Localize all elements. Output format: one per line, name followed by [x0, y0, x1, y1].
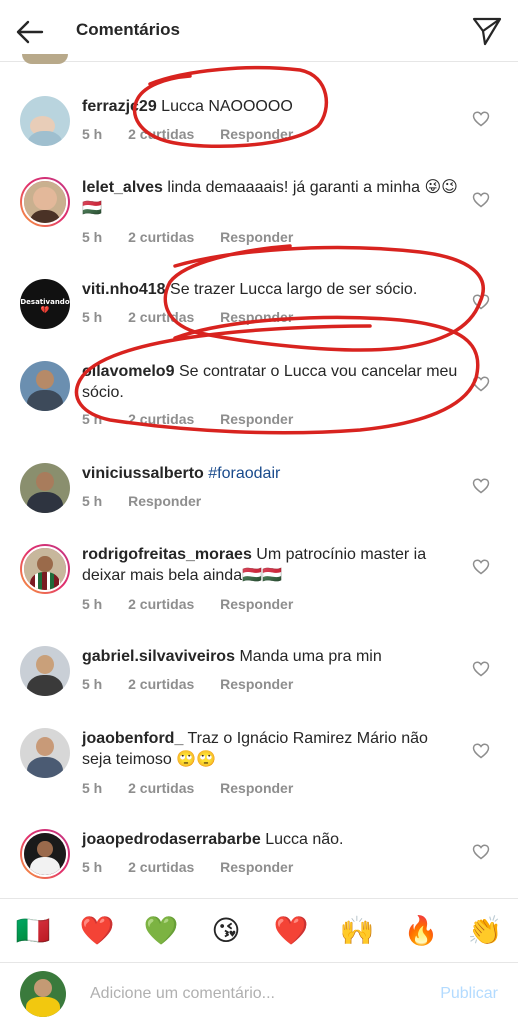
comment-likes[interactable]: 2 curtidas — [128, 229, 194, 245]
arrow-left-icon[interactable] — [12, 14, 48, 50]
comment-likes[interactable]: 2 curtidas — [128, 676, 194, 692]
comment-input[interactable] — [90, 981, 410, 1007]
paper-plane-icon[interactable] — [470, 14, 504, 48]
comment-likes[interactable]: 2 curtidas — [128, 596, 194, 612]
heart-icon[interactable] — [472, 293, 490, 311]
comment-text: ferrazjc29 Lucca NAOOOOO — [82, 96, 460, 117]
comment-text: rodrigofreitas_moraes Um patrocínio mast… — [82, 544, 460, 586]
comment-meta: 5 h Responder — [82, 493, 223, 509]
comment-text: ollavomelo9 Se contratar o Lucca vou can… — [82, 361, 460, 403]
comment-likes[interactable]: 2 curtidas — [128, 780, 194, 796]
heart-icon[interactable] — [472, 558, 490, 576]
comment-meta: 5 h 2 curtidas Responder — [82, 309, 315, 325]
comment-username[interactable]: gabriel.silvaviveiros — [82, 648, 235, 665]
emoji-green-heart-button[interactable]: 💚 — [142, 913, 180, 949]
comment-time: 5 h — [82, 859, 103, 875]
comment-username[interactable]: ferrazjc29 — [82, 98, 157, 115]
heart-icon[interactable] — [472, 660, 490, 678]
reply-button[interactable]: Responder — [220, 859, 293, 875]
comment-text: joaobenford_ Traz o Ignácio Ramirez Mári… — [82, 728, 460, 770]
comment-time: 5 h — [82, 596, 103, 612]
comment-time: 5 h — [82, 780, 103, 796]
comment-body: Lucca NAOOOOO — [161, 98, 293, 115]
avatar[interactable] — [20, 463, 70, 513]
reply-button[interactable]: Responder — [220, 676, 293, 692]
heart-icon[interactable] — [472, 477, 490, 495]
comment-likes[interactable]: 2 curtidas — [128, 309, 194, 325]
heart-icon[interactable] — [472, 843, 490, 861]
hashtag-link[interactable]: #foraodair — [208, 465, 280, 482]
comment-compose-bar: Publicar — [0, 962, 518, 1024]
publish-button[interactable]: Publicar — [440, 985, 498, 1003]
comment-time: 5 h — [82, 676, 103, 692]
reply-button[interactable]: Responder — [220, 596, 293, 612]
my-avatar — [20, 971, 66, 1017]
comment-username[interactable]: joaopedrodaserrabarbe — [82, 831, 261, 848]
comment-item: rodrigofreitas_moraes Um patrocínio mast… — [0, 544, 518, 644]
comment-username[interactable]: viniciussalberto — [82, 465, 204, 482]
reply-button[interactable]: Responder — [220, 126, 293, 142]
comment-meta: 5 h 2 curtidas Responder — [82, 676, 315, 692]
comment-time: 5 h — [82, 229, 103, 245]
header-bar: Comentários — [0, 0, 518, 62]
comment-text: lelet_alves linda demaaaais! já garanti … — [82, 177, 460, 219]
comment-username[interactable]: lelet_alves — [82, 179, 163, 196]
comment-meta: 5 h 2 curtidas Responder — [82, 229, 315, 245]
avatar[interactable] — [20, 361, 70, 411]
avatar[interactable] — [20, 829, 70, 879]
page-title: Comentários — [76, 20, 180, 39]
emoji-red-heart-button[interactable]: ❤️ — [78, 913, 116, 949]
comment-text: viti.nho418 Se trazer Lucca largo de ser… — [82, 279, 460, 300]
heart-icon[interactable] — [472, 191, 490, 209]
comment-item: joaobenford_ Traz o Ignácio Ramirez Mári… — [0, 728, 518, 828]
comment-username[interactable]: joaobenford_ — [82, 730, 183, 747]
comment-username[interactable]: ollavomelo9 — [82, 363, 174, 380]
comment-item: ollavomelo9 Se contratar o Lucca vou can… — [0, 361, 518, 461]
reply-button[interactable]: Responder — [220, 309, 293, 325]
avatar-text: Desativando💔 — [20, 298, 70, 314]
comment-likes[interactable]: 2 curtidas — [128, 859, 194, 875]
comment-meta: 5 h 2 curtidas Responder — [82, 780, 315, 796]
heart-icon[interactable] — [472, 742, 490, 760]
reply-button[interactable]: Responder — [220, 780, 293, 796]
emoji-fire-button[interactable]: 🔥 — [402, 913, 440, 949]
comment-body: Manda uma pra min — [239, 648, 382, 665]
emoji-bar: 🇮🇹 ❤️ 💚 😘 ❤️ 🙌 🔥 👏 — [0, 898, 518, 962]
comment-item: lelet_alves linda demaaaais! já garanti … — [0, 177, 518, 277]
comment-time: 5 h — [82, 493, 103, 509]
comment-likes[interactable]: 2 curtidas — [128, 411, 194, 427]
avatar[interactable]: Desativando💔 — [20, 279, 70, 329]
comment-username[interactable]: viti.nho418 — [82, 281, 166, 298]
avatar[interactable] — [20, 646, 70, 696]
avatar[interactable] — [20, 96, 70, 146]
emoji-red-heart-button[interactable]: ❤️ — [272, 913, 310, 949]
comment-meta: 5 h 2 curtidas Responder — [82, 126, 315, 142]
comment-time: 5 h — [82, 126, 103, 142]
comment-body: Se trazer Lucca largo de ser sócio. — [170, 281, 418, 298]
comment-text: joaopedrodaserrabarbe Lucca não. — [82, 829, 460, 850]
comment-time: 5 h — [82, 411, 103, 427]
comment-meta: 5 h 2 curtidas Responder — [82, 596, 315, 612]
emoji-clapping-hands-button[interactable]: 👏 — [466, 913, 504, 949]
comment-text: viniciussalberto #foraodair — [82, 463, 460, 484]
comment-time: 5 h — [82, 309, 103, 325]
emoji-italy-flag-button[interactable]: 🇮🇹 — [14, 913, 52, 949]
comment-likes[interactable]: 2 curtidas — [128, 126, 194, 142]
comment-username[interactable]: rodrigofreitas_moraes — [82, 546, 252, 563]
comment-body: Lucca não. — [265, 831, 344, 848]
comment-text: gabriel.silvaviveiros Manda uma pra min — [82, 646, 460, 667]
reply-button[interactable]: Responder — [220, 229, 293, 245]
avatar-partial — [22, 54, 68, 64]
comment-meta: 5 h 2 curtidas Responder — [82, 411, 315, 427]
heart-icon[interactable] — [472, 375, 490, 393]
avatar[interactable] — [20, 544, 70, 594]
emoji-kiss-face-button[interactable]: 😘 — [207, 913, 245, 949]
reply-button[interactable]: Responder — [220, 411, 293, 427]
comment-meta: 5 h 2 curtidas Responder — [82, 859, 315, 875]
avatar[interactable] — [20, 728, 70, 778]
reply-button[interactable]: Responder — [128, 493, 201, 509]
avatar[interactable] — [20, 177, 70, 227]
heart-icon[interactable] — [472, 110, 490, 128]
emoji-raised-hands-button[interactable]: 🙌 — [338, 913, 376, 949]
